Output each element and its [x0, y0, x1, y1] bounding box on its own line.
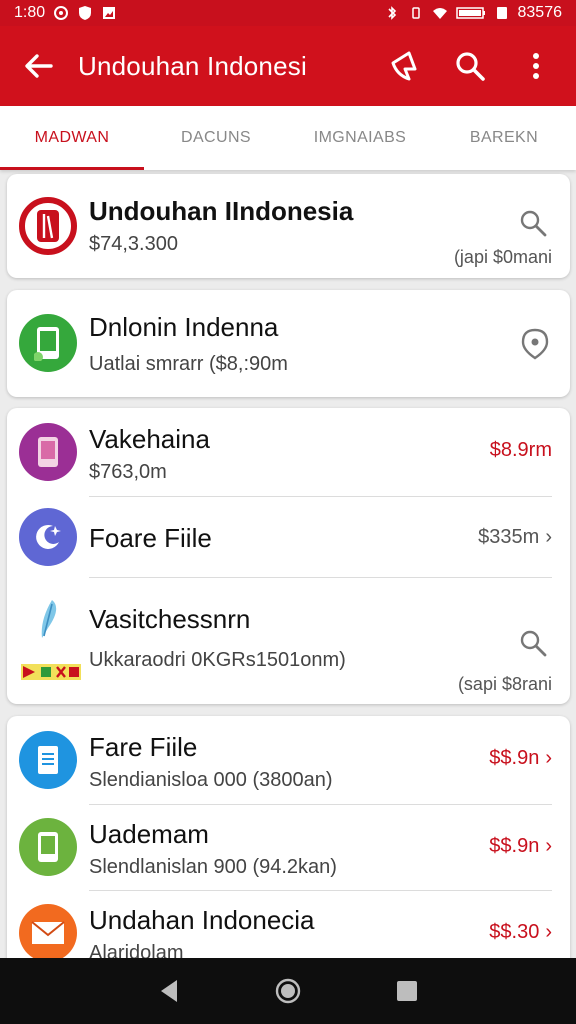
chevron-right-icon: ›	[545, 747, 552, 769]
sim-icon	[496, 7, 507, 19]
content-list: Undouhan IIndonesia $74,3.300 (japi $0ma…	[0, 170, 576, 958]
system-nav-bar	[0, 958, 576, 1024]
item-price: $$.9n	[489, 747, 540, 769]
search-icon[interactable]	[518, 208, 548, 238]
search-button[interactable]	[448, 44, 492, 88]
status-time: 1:80	[14, 4, 46, 21]
item-title: Vakehaina	[89, 424, 210, 454]
more-button[interactable]	[514, 44, 558, 88]
list-item[interactable]: Foare Fiile $335m ›	[7, 497, 570, 577]
tab-imgnaiabs[interactable]: IMGNAIABS	[288, 106, 432, 170]
item-price: $8.9rm	[489, 439, 552, 461]
chevron-right-icon: ›	[545, 526, 552, 548]
app-title: Undouhan Indonesi	[78, 50, 307, 81]
item-price-row: $335m ›	[478, 526, 552, 549]
more-vert-icon	[533, 53, 539, 79]
arrow-left-icon	[25, 54, 53, 78]
item-title: Vasitchessnrn	[89, 604, 251, 634]
item-subtitle: $763,0m	[89, 461, 167, 483]
list-card[interactable]: Dnlonin Indenna Uatlai smrarr ($8,:90m	[7, 290, 570, 397]
badge-icon	[21, 664, 81, 680]
list-item[interactable]: Undahan Indonecia Alaridolam $$.30 ›	[7, 891, 570, 958]
mail-app-icon	[19, 904, 77, 958]
red-app-icon	[19, 197, 77, 255]
item-subtitle: $74,3.300	[89, 233, 178, 255]
nav-recents-button[interactable]	[387, 971, 427, 1011]
recents-square-icon	[396, 981, 417, 1001]
pin-icon	[391, 51, 417, 81]
green-phone-app-icon	[19, 818, 77, 876]
tab-dacuns[interactable]: DACUNS	[144, 106, 288, 170]
list-card-group: Fare Fiile Slendianisloa 000 (3800an) $$…	[7, 716, 570, 958]
bluetooth-icon	[387, 6, 396, 20]
item-price-row: $$.30 ›	[489, 921, 552, 944]
item-price: $$.9n	[489, 835, 540, 857]
back-triangle-icon	[161, 980, 178, 1002]
blue-document-app-icon	[19, 731, 77, 789]
vibrate-icon	[411, 7, 420, 19]
list-item[interactable]: Uademam Slendlanislan 900 (94.2kan) $$.9…	[7, 805, 570, 890]
item-title: Undouhan IIndonesia	[89, 196, 354, 226]
purple-phone-app-icon	[19, 423, 77, 481]
location-pin-icon[interactable]	[520, 328, 550, 360]
wifi-icon	[432, 8, 447, 19]
nav-back-button[interactable]	[149, 971, 189, 1011]
item-title: Dnlonin Indenna	[89, 312, 279, 342]
green-phone-app-icon	[19, 314, 77, 372]
item-subtitle: Alaridolam	[89, 942, 184, 958]
tab-madwan[interactable]: MADWAN	[0, 106, 144, 170]
feather-app-icon	[19, 592, 77, 650]
item-subtitle: Ukkaraodri 0KGRs1501onm)	[89, 649, 346, 671]
app-bar: Undouhan Indonesi	[0, 26, 576, 106]
list-item[interactable]: Fare Fiile Slendianisloa 000 (3800an) $$…	[7, 716, 570, 804]
battery-icon	[455, 7, 485, 19]
battery-text: 83576	[517, 4, 563, 21]
blue-moon-app-icon	[19, 508, 77, 566]
search-icon[interactable]	[518, 628, 548, 658]
tab-bar: MADWAN DACUNS IMGNAIABS BAREKN	[0, 106, 576, 170]
item-price-row: $$.9n ›	[489, 747, 552, 770]
list-item[interactable]: Vasitchessnrn Ukkaraodri 0KGRs1501onm) (…	[7, 578, 570, 704]
status-bar: 1:80 83576	[0, 0, 576, 26]
item-title: Fare Fiile	[89, 732, 198, 762]
chevron-right-icon: ›	[545, 835, 552, 857]
item-title: Undahan Indonecia	[89, 905, 315, 935]
item-right-text: (sapi $8rani	[457, 674, 552, 694]
chevron-right-icon: ›	[545, 921, 552, 943]
item-subtitle: Slendianisloa 000 (3800an)	[89, 769, 333, 791]
nav-home-button[interactable]	[268, 971, 308, 1011]
list-card-group: Vakehaina $763,0m $8.9rm Foare Fiile $33…	[7, 408, 570, 704]
item-subtitle: Uatlai smrarr ($8,:90m	[89, 353, 288, 375]
back-button[interactable]	[0, 26, 78, 106]
item-right-text: (japi $0mani	[453, 247, 552, 267]
item-price: $335m	[478, 526, 540, 548]
item-title: Foare Fiile	[89, 523, 212, 553]
home-circle-icon	[275, 978, 301, 1004]
item-price: $$.30	[489, 921, 540, 943]
search-icon	[456, 52, 485, 81]
list-item[interactable]: Vakehaina $763,0m $8.9rm	[7, 408, 570, 496]
item-price-row: $$.9n ›	[489, 835, 552, 858]
tab-barekn[interactable]: BAREKN	[432, 106, 576, 170]
list-card[interactable]: Undouhan IIndonesia $74,3.300 (japi $0ma…	[7, 174, 570, 278]
item-title: Uademam	[89, 819, 209, 849]
shield-icon	[79, 6, 92, 20]
pin-button[interactable]	[382, 44, 426, 88]
item-subtitle: Slendlanislan 900 (94.2kan)	[89, 856, 337, 878]
image-icon	[103, 7, 116, 19]
notification-icon	[54, 6, 69, 20]
